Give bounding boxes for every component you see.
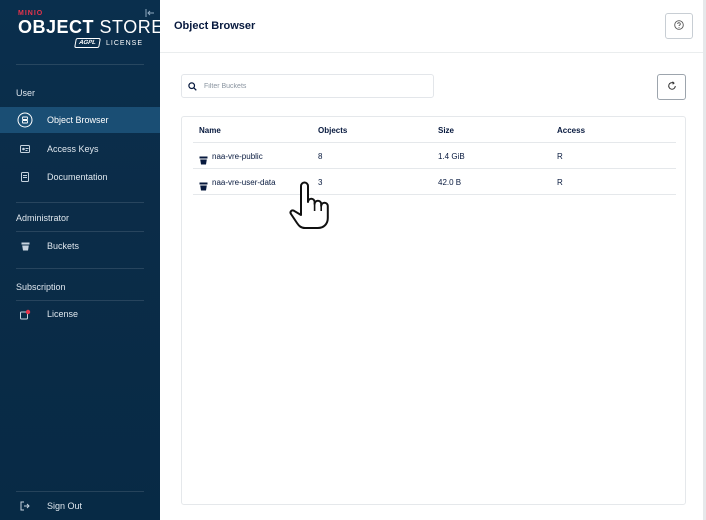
bucket-name: naa-vre-user-data bbox=[212, 178, 276, 187]
column-header-access[interactable]: Access bbox=[557, 126, 585, 135]
divider bbox=[16, 268, 144, 269]
sidebar-item-label: Documentation bbox=[47, 172, 108, 182]
section-label-administrator: Administrator bbox=[16, 213, 70, 223]
minio-logo: MINIO OBJECT STORE AGPL LICENSE bbox=[18, 10, 164, 50]
sidebar: MINIO OBJECT STORE AGPL LICENSE User Obj… bbox=[0, 0, 164, 520]
logo-agpl-badge: AGPL bbox=[74, 38, 101, 48]
logo-product: OBJECT STORE bbox=[18, 17, 164, 37]
page-header: Object Browser bbox=[160, 0, 706, 53]
object-browser-icon bbox=[17, 112, 33, 128]
sidebar-item-object-browser[interactable]: Object Browser bbox=[0, 107, 160, 133]
filter-buckets-field[interactable] bbox=[181, 74, 434, 98]
section-label-user: User bbox=[16, 88, 36, 98]
bucket-objects: 8 bbox=[318, 152, 323, 161]
buckets-table: Name Objects Size Access naa-vre-public … bbox=[181, 116, 686, 505]
refresh-button[interactable] bbox=[657, 74, 686, 100]
sidebar-item-label: License bbox=[47, 309, 79, 319]
sidebar-item-access-keys[interactable]: Access Keys bbox=[0, 136, 160, 162]
help-button[interactable] bbox=[665, 13, 693, 39]
documentation-icon bbox=[17, 169, 33, 185]
search-icon bbox=[188, 81, 198, 91]
bucket-access: R bbox=[557, 152, 563, 161]
sidebar-item-documentation[interactable]: Documentation bbox=[0, 164, 160, 190]
refresh-icon bbox=[667, 78, 677, 96]
column-header-name[interactable]: Name bbox=[199, 126, 221, 135]
bucket-icon bbox=[199, 152, 208, 165]
divider bbox=[16, 231, 144, 232]
sign-out-label: Sign Out bbox=[47, 501, 83, 511]
divider bbox=[16, 64, 144, 65]
divider bbox=[16, 491, 144, 492]
access-keys-icon bbox=[17, 141, 33, 157]
sidebar-item-license[interactable]: License bbox=[0, 301, 160, 327]
bucket-size: 42.0 B bbox=[438, 178, 462, 187]
table-header: Name Objects Size Access bbox=[193, 117, 676, 143]
sidebar-item-label: Access Keys bbox=[47, 144, 99, 154]
filter-buckets-input[interactable] bbox=[204, 82, 424, 90]
sidebar-item-label: Object Browser bbox=[47, 115, 109, 125]
bucket-name: naa-vre-public bbox=[212, 152, 263, 161]
divider bbox=[16, 202, 144, 203]
license-icon bbox=[17, 306, 33, 322]
help-icon bbox=[674, 17, 684, 35]
sidebar-item-label: Buckets bbox=[47, 241, 80, 251]
page-title: Object Browser bbox=[174, 20, 256, 32]
column-header-size[interactable]: Size bbox=[438, 126, 454, 135]
section-label-subscription: Subscription bbox=[16, 282, 66, 292]
sidebar-item-buckets[interactable]: Buckets bbox=[0, 233, 160, 259]
bucket-access: R bbox=[557, 178, 563, 187]
table-row[interactable]: naa-vre-public 8 1.4 GiB R bbox=[193, 143, 676, 169]
bucket-icon bbox=[199, 178, 208, 191]
sign-out-button[interactable]: Sign Out bbox=[0, 493, 160, 519]
table-row[interactable]: naa-vre-user-data 3 42.0 B R bbox=[193, 169, 676, 195]
logo-edition: LICENSE bbox=[106, 39, 143, 47]
column-header-objects[interactable]: Objects bbox=[318, 126, 347, 135]
sign-out-icon bbox=[17, 498, 33, 514]
bucket-size: 1.4 GiB bbox=[438, 152, 465, 161]
bucket-icon bbox=[17, 238, 33, 254]
hand-pointer-cursor-icon bbox=[287, 180, 337, 232]
